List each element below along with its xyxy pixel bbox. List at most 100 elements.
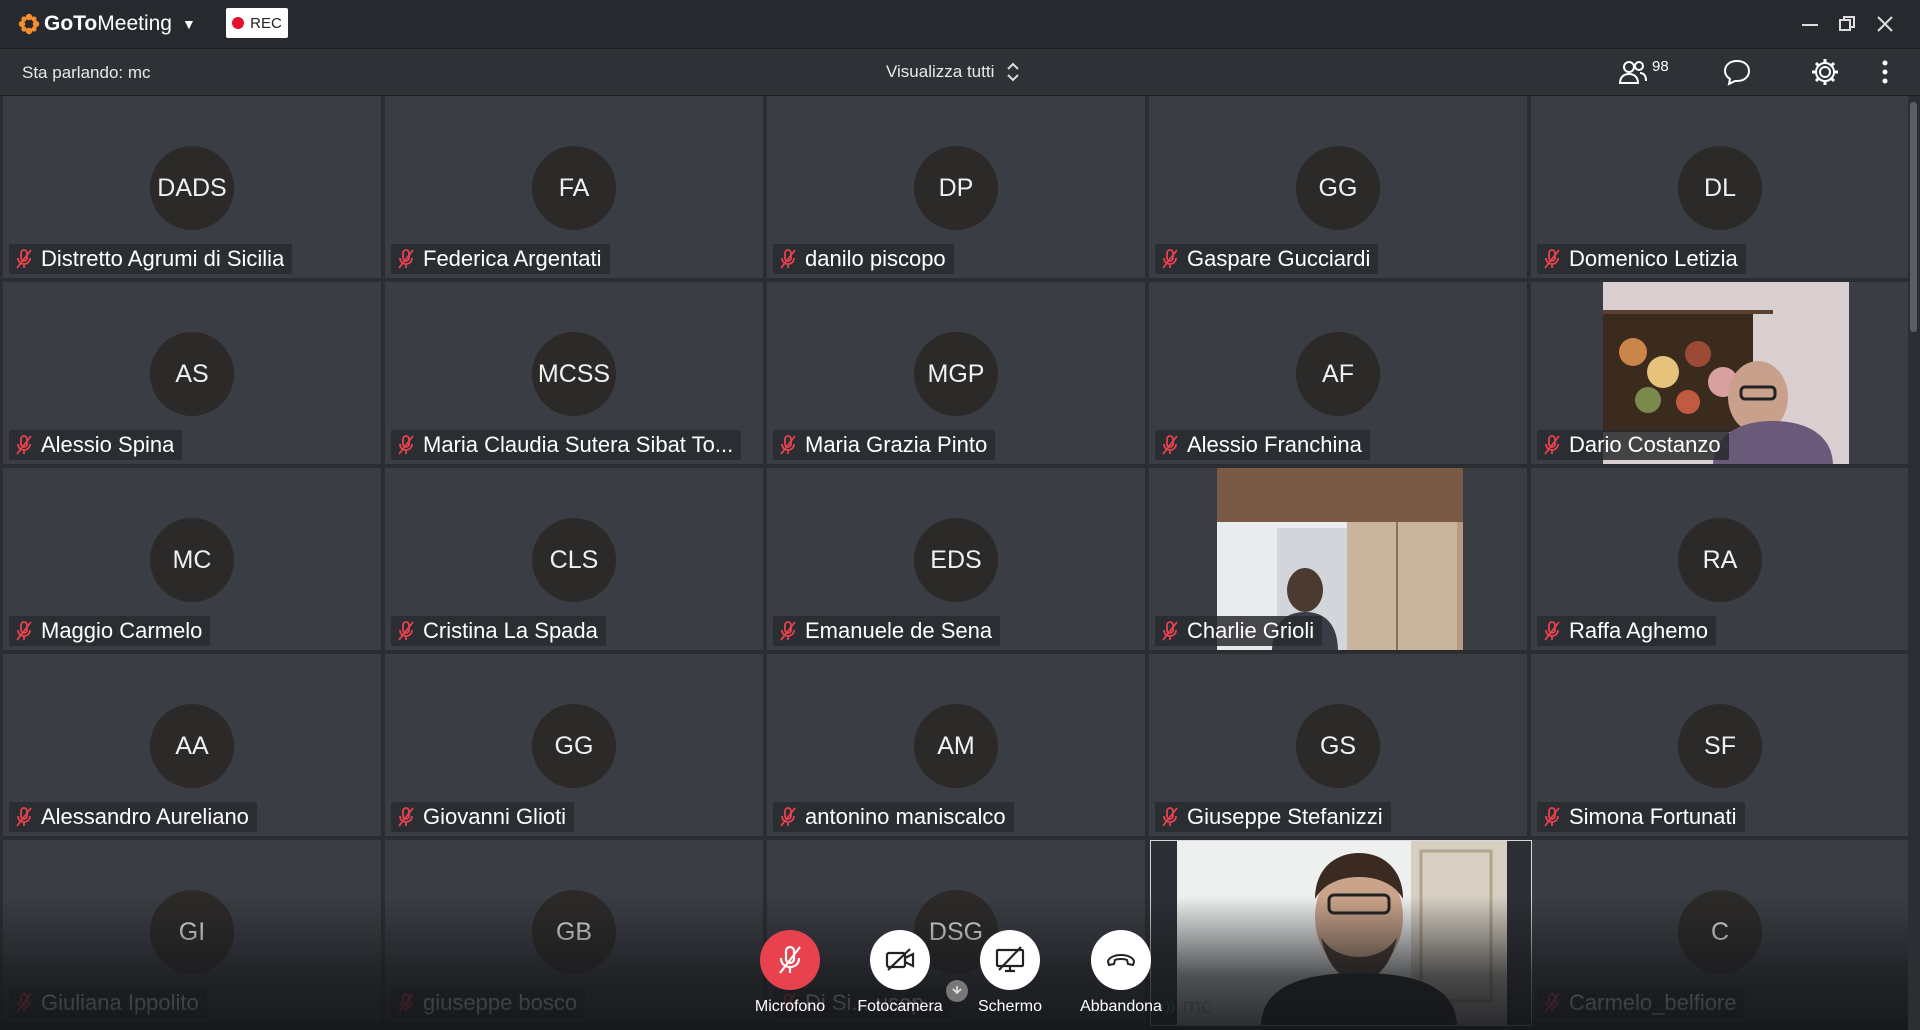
minimize-button[interactable] xyxy=(1795,10,1825,38)
vertical-dots-icon xyxy=(1882,60,1888,84)
participant-name: Raffa Aghemo xyxy=(1569,618,1709,643)
participant-name: Giovanni Glioti xyxy=(423,804,567,829)
nameplate: antonino maniscalco xyxy=(773,802,1014,832)
participant-tile[interactable]: DADS Distretto Agrumi di Sicilia xyxy=(3,96,383,280)
participant-name: Giuseppe Stefanizzi xyxy=(1187,804,1383,829)
participant-tile[interactable]: MC Maggio Carmelo xyxy=(3,468,383,652)
participant-tile[interactable]: AA Alessandro Aureliano xyxy=(3,654,383,838)
gotomeeting-flower-icon xyxy=(18,13,40,35)
camera-label: Fotocamera xyxy=(857,998,943,1015)
camera-control[interactable]: Fotocamera xyxy=(845,930,955,1016)
avatar: DP xyxy=(914,146,998,230)
nameplate: Alessio Spina xyxy=(9,430,183,460)
microphone-button[interactable] xyxy=(760,930,820,990)
participant-name: Emanuele de Sena xyxy=(805,618,993,643)
participant-tile[interactable]: DP danilo piscopo xyxy=(767,96,1147,280)
chat-bubble-icon xyxy=(1723,59,1751,86)
nameplate: Maria Grazia Pinto xyxy=(773,430,996,460)
settings-button[interactable] xyxy=(1810,57,1840,87)
muted-mic-icon xyxy=(16,621,32,641)
nameplate: Gaspare Gucciardi xyxy=(1155,244,1379,274)
participant-tile[interactable]: GG Giovanni Glioti xyxy=(385,654,765,838)
participant-tile[interactable]: RA Raffa Aghemo xyxy=(1531,468,1911,652)
recording-badge[interactable]: REC xyxy=(226,8,288,38)
camera-button[interactable] xyxy=(870,930,930,990)
view-all-label: Visualizza tutti xyxy=(886,62,995,81)
participants-button[interactable]: 98 xyxy=(1618,57,1669,87)
camera-off-icon xyxy=(885,948,915,971)
avatar: MGP xyxy=(914,332,998,416)
participant-name: Distretto Agrumi di Sicilia xyxy=(41,246,285,271)
nameplate: Distretto Agrumi di Sicilia xyxy=(9,244,293,274)
participant-name: Charlie Grioli xyxy=(1187,618,1315,643)
chevron-down-icon[interactable]: ▼ xyxy=(182,16,196,32)
muted-mic-icon xyxy=(780,435,796,455)
screen-control[interactable]: Schermo xyxy=(955,930,1065,1016)
participant-tile[interactable]: DL Domenico Letizia xyxy=(1531,96,1911,280)
participant-tile[interactable]: AS Alessio Spina xyxy=(3,282,383,466)
muted-mic-icon xyxy=(398,249,414,269)
close-button[interactable] xyxy=(1870,10,1900,38)
participant-name: Alessio Spina xyxy=(41,432,175,457)
nameplate: Cristina La Spada xyxy=(391,616,606,646)
participant-tile[interactable]: AM antonino maniscalco xyxy=(767,654,1147,838)
screen-label: Schermo xyxy=(977,998,1043,1015)
participant-tile-video[interactable]: Charlie Grioli xyxy=(1149,468,1529,652)
participant-tile[interactable]: SF Simona Fortunati xyxy=(1531,654,1911,838)
participant-name: Alessandro Aureliano xyxy=(41,804,249,829)
avatar: FA xyxy=(532,146,616,230)
participant-tile[interactable]: MGP Maria Grazia Pinto xyxy=(767,282,1147,466)
restore-icon xyxy=(1839,16,1855,31)
nameplate: danilo piscopo xyxy=(773,244,954,274)
up-down-chevron-icon xyxy=(1007,62,1020,82)
restore-button[interactable] xyxy=(1832,10,1862,38)
participant-name: Simona Fortunati xyxy=(1569,804,1737,829)
title-bar: GoTo Meeting ▼ REC xyxy=(0,0,1920,49)
leave-control[interactable]: Abbandona xyxy=(1066,930,1176,1016)
muted-mic-icon xyxy=(1544,807,1560,827)
participant-name: Domenico Letizia xyxy=(1569,246,1738,271)
participant-tile[interactable]: GG Gaspare Gucciardi xyxy=(1149,96,1529,280)
participant-grid: DADS Distretto Agrumi di Sicilia FA Fede… xyxy=(3,96,1911,1026)
muted-mic-icon xyxy=(1162,621,1178,641)
app-logo[interactable]: GoTo Meeting ▼ xyxy=(18,12,196,36)
avatar: GG xyxy=(1296,146,1380,230)
avatar: MC xyxy=(150,518,234,602)
muted-mic-icon xyxy=(1544,621,1560,641)
muted-mic-icon xyxy=(780,621,796,641)
muted-mic-icon xyxy=(1162,435,1178,455)
gear-icon xyxy=(1812,59,1838,85)
nameplate: Dario Costanzo xyxy=(1537,430,1729,460)
mic-off-icon xyxy=(779,945,801,974)
view-all-selector[interactable]: Visualizza tutti xyxy=(886,61,1020,83)
avatar: GG xyxy=(532,704,616,788)
more-options-button[interactable] xyxy=(1880,57,1890,87)
participant-tile[interactable]: CLS Cristina La Spada xyxy=(385,468,765,652)
app-name-bold: GoTo xyxy=(44,12,98,35)
expand-controls-button[interactable] xyxy=(946,980,968,1002)
muted-mic-icon xyxy=(398,621,414,641)
avatar: DL xyxy=(1678,146,1762,230)
muted-mic-icon xyxy=(780,807,796,827)
avatar: SF xyxy=(1678,704,1762,788)
participant-tile[interactable]: EDS Emanuele de Sena xyxy=(767,468,1147,652)
grid-scrollbar[interactable] xyxy=(1908,96,1920,1026)
participant-tile[interactable]: FA Federica Argentati xyxy=(385,96,765,280)
participant-tile[interactable]: MCSS Maria Claudia Sutera Sibat To... xyxy=(385,282,765,466)
participant-tile[interactable]: GS Giuseppe Stefanizzi xyxy=(1149,654,1529,838)
avatar: AM xyxy=(914,704,998,788)
nameplate: Federica Argentati xyxy=(391,244,610,274)
muted-mic-icon xyxy=(1162,807,1178,827)
muted-mic-icon xyxy=(398,807,414,827)
participant-name: Maggio Carmelo xyxy=(41,618,203,643)
scrollbar-thumb[interactable] xyxy=(1910,102,1917,332)
people-icon xyxy=(1618,61,1647,84)
muted-mic-icon xyxy=(16,249,32,269)
participant-tile-video[interactable]: Dario Costanzo xyxy=(1531,282,1911,466)
participant-name: antonino maniscalco xyxy=(805,804,1006,829)
participant-tile[interactable]: AF Alessio Franchina xyxy=(1149,282,1529,466)
screen-share-button[interactable] xyxy=(980,930,1040,990)
microphone-control[interactable]: Microfono xyxy=(735,930,845,1016)
leave-button[interactable] xyxy=(1091,930,1151,990)
chat-button[interactable] xyxy=(1722,57,1752,87)
